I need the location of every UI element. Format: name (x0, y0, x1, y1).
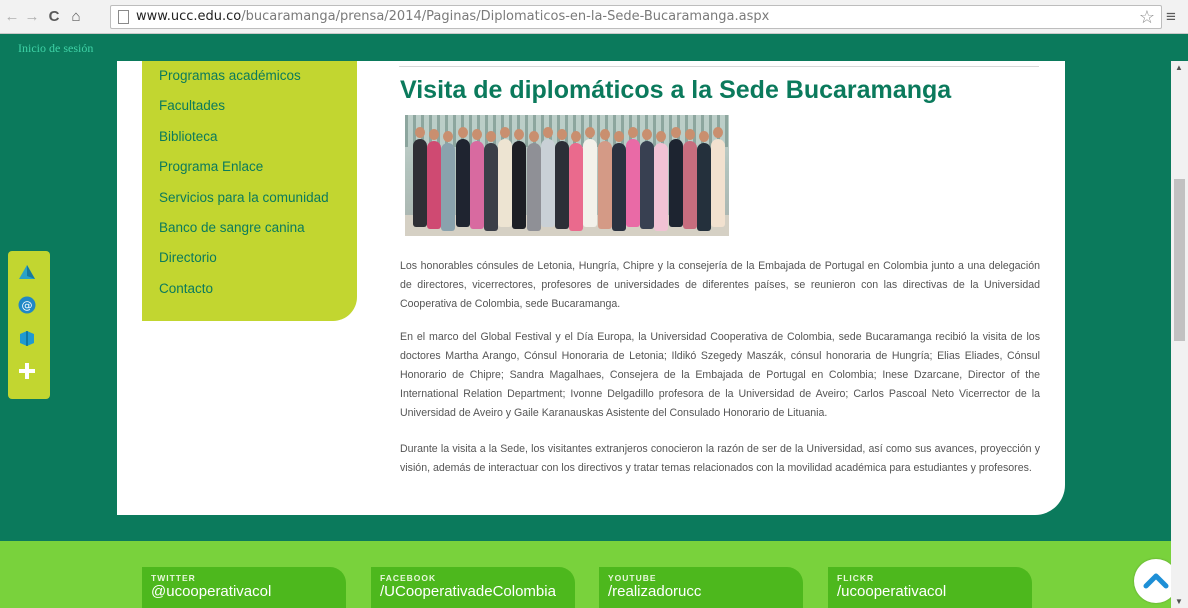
menu-item-programa-enlace[interactable]: Programa Enlace (159, 158, 263, 176)
top-divider (399, 66, 1039, 67)
twitter-link[interactable]: TWITTER @ucooperativacol (142, 567, 346, 608)
browser-toolbar: ← → C ⌂ www.ucc.edu.co/bucaramanga/prens… (0, 0, 1188, 34)
social-kicker: YOUTUBE (608, 573, 657, 583)
photo-person (597, 129, 612, 229)
menu-item-directorio[interactable]: Directorio (159, 249, 217, 267)
photo-person-head (471, 129, 482, 140)
social-handle: /realizadorucc (608, 583, 702, 600)
photo-person-head (699, 131, 709, 142)
floating-toolbar: @ (8, 251, 50, 399)
vertical-scrollbar[interactable]: ▲ ▼ (1171, 61, 1188, 608)
article-title: Visita de diplomáticos a la Sede Bucaram… (400, 76, 952, 104)
social-kicker: TWITTER (151, 573, 196, 583)
photo-person-head (528, 131, 539, 142)
home-icon[interactable]: ⌂ (68, 8, 84, 26)
facebook-link[interactable]: FACEBOOK /UCooperativadeColombia (371, 567, 575, 608)
bookmark-star-icon[interactable]: ☆ (1139, 6, 1155, 28)
reload-icon[interactable]: C (46, 8, 62, 26)
email-icon[interactable]: @ (17, 295, 37, 315)
photo-person-head (457, 127, 468, 138)
browser-menu-icon[interactable]: ≡ (1166, 8, 1176, 26)
article-paragraph: Los honorables cónsules de Letonia, Hung… (400, 260, 1040, 311)
scroll-down-arrow-icon[interactable]: ▼ (1175, 597, 1183, 606)
photo-person (427, 129, 442, 229)
photo-person (668, 127, 683, 227)
social-handle: /ucooperativacol (837, 583, 947, 600)
left-navigation: Programas académicos Facultades Bibliote… (142, 61, 357, 321)
photo-person-head (613, 131, 624, 142)
photo-person (583, 127, 598, 227)
article-paragraph: En el marco del Global Festival y el Día… (400, 331, 1040, 420)
menu-item-programas[interactable]: Programas académicos (159, 67, 301, 85)
plus-icon[interactable] (17, 361, 37, 381)
photo-person (413, 127, 427, 227)
url-path: /bucaramanga/prensa/2014/Paginas/Diploma… (241, 9, 770, 24)
flickr-link[interactable]: FLICKR /ucooperativacol (828, 567, 1032, 608)
book-icon[interactable] (17, 328, 37, 348)
article-photo (405, 115, 729, 236)
page-icon (118, 10, 129, 24)
social-handle: @ucooperativacol (151, 583, 272, 600)
back-icon[interactable]: ← (4, 8, 20, 26)
photo-person-head (670, 127, 681, 138)
photo-person (498, 127, 513, 227)
photo-person (711, 127, 726, 227)
scroll-up-arrow-icon[interactable]: ▲ (1175, 63, 1183, 72)
svg-text:@: @ (22, 299, 33, 312)
url-text[interactable]: www.ucc.edu.co/bucaramanga/prensa/2014/P… (136, 9, 769, 25)
photo-person-head (684, 129, 695, 140)
photo-person (697, 131, 711, 231)
photo-person (469, 129, 484, 229)
photo-person (455, 127, 470, 227)
photo-person-head (599, 129, 610, 140)
menu-item-facultades[interactable]: Facultades (159, 97, 225, 115)
photo-person (626, 127, 640, 227)
social-handle: /UCooperativadeColombia (380, 583, 556, 600)
photo-person (569, 131, 584, 231)
photo-person (611, 131, 626, 231)
social-kicker: FACEBOOK (380, 573, 437, 583)
photo-person (682, 129, 697, 229)
social-kicker: FLICKR (837, 573, 875, 583)
photo-person-head (557, 129, 567, 140)
scrollbar-thumb[interactable] (1174, 179, 1185, 341)
photo-person (484, 131, 498, 231)
menu-item-biblioteca[interactable]: Biblioteca (159, 128, 218, 146)
menu-item-contacto[interactable]: Contacto (159, 280, 213, 298)
photo-person (526, 131, 541, 231)
article-paragraph: Durante la visita a la Sede, los visitan… (400, 443, 1040, 475)
login-link[interactable]: Inicio de sesión (18, 41, 93, 56)
footer: TWITTER @ucooperativacol FACEBOOK /UCoop… (0, 541, 1188, 608)
youtube-link[interactable]: YOUTUBE /realizadorucc (599, 567, 803, 608)
photo-person (540, 127, 555, 227)
address-bar[interactable]: www.ucc.edu.co/bucaramanga/prensa/2014/P… (110, 5, 1162, 29)
photo-person (512, 129, 527, 229)
pyramid-icon[interactable] (17, 263, 37, 283)
menu-item-banco-sangre[interactable]: Banco de sangre canina (159, 219, 305, 237)
url-domain: www.ucc.edu.co (136, 9, 242, 24)
photo-person-head (628, 127, 638, 138)
photo-person-head (542, 127, 553, 138)
forward-icon[interactable]: → (24, 8, 40, 26)
photo-person (555, 129, 569, 229)
menu-item-servicios[interactable]: Servicios para la comunidad (159, 189, 329, 207)
photo-person-head (415, 127, 425, 138)
photo-person-head (486, 131, 496, 142)
photo-person (640, 129, 655, 229)
photo-person (441, 131, 456, 231)
photo-person (654, 131, 669, 231)
